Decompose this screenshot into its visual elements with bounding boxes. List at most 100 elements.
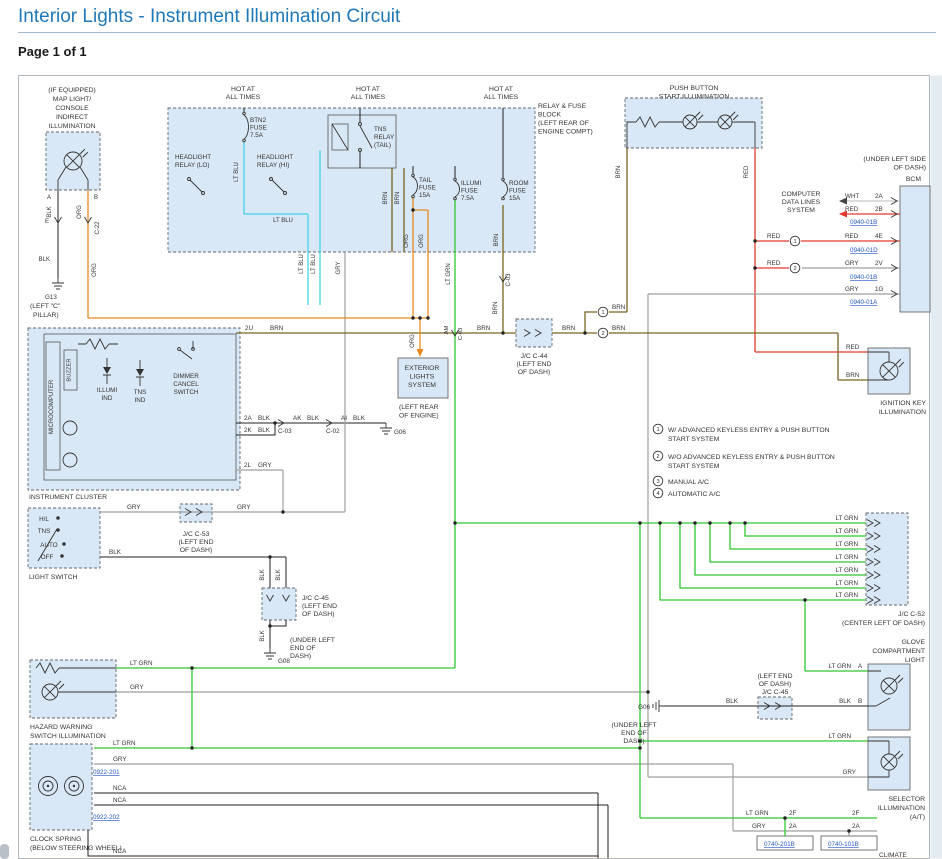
junction-dot: [753, 266, 756, 269]
diagram-label: BRN: [383, 192, 389, 205]
diagram-label: BRN: [562, 325, 576, 332]
diagram-label: ILLUMI: [97, 387, 118, 394]
note-ref-number: 3: [656, 479, 659, 485]
diagram-label: G08: [278, 658, 290, 665]
diagram-label: 2U: [245, 325, 254, 332]
bcm-box: [900, 186, 930, 312]
diagram-label: (IF EQUIPPED): [48, 87, 96, 94]
junction-dot: [411, 316, 414, 319]
clock-spring-box: [30, 744, 92, 830]
jc-c45-box: [262, 588, 296, 620]
diagram-label: LT GRN: [835, 567, 858, 574]
harness-link[interactable]: 0940-01B: [850, 274, 877, 281]
diagram-label: ILLUMINATION: [879, 409, 926, 416]
junction-dot: [753, 239, 756, 242]
diagram-label: BRN: [846, 372, 860, 379]
diagram-label: ROOM: [509, 180, 529, 187]
diagram-label: (LEFT REAR: [399, 404, 439, 411]
diagram-label: LT GRN: [746, 810, 769, 817]
harness-link[interactable]: 0740-201B: [764, 841, 795, 848]
junction-dot: [411, 208, 414, 211]
junction-dot: [743, 521, 746, 524]
note-ref-number: 2: [793, 266, 796, 272]
diagram-label: EXTERIOR: [405, 365, 440, 372]
note-ref-number: 1: [793, 239, 796, 245]
diagram-label: LT BLU: [311, 254, 317, 274]
diagram-label: LT BLU: [273, 218, 293, 224]
diagram-label: (LEFT END: [758, 673, 793, 680]
diagram-label: BRN: [612, 304, 626, 311]
diagram-label: (BELOW STEERING WHEEL): [30, 845, 122, 852]
note-ref-number: 2: [656, 454, 659, 460]
harness-link[interactable]: 0922-202: [93, 814, 120, 821]
diagram-label: FUSE: [250, 125, 267, 132]
diagram-label: TNS: [374, 126, 387, 133]
diagram-label: (UNDER LEFT: [612, 722, 657, 729]
junction-dot: [190, 666, 193, 669]
jc-c52-box: [866, 513, 908, 605]
junction-dot: [190, 746, 193, 749]
scroll-corner: [0, 844, 9, 859]
diagram-label: LT GRN: [835, 554, 858, 561]
note-ref-number: 4: [656, 491, 659, 497]
diagram-label: OF DASH): [180, 547, 212, 554]
diagram-label: COMPUTER: [782, 191, 821, 198]
diagram-label: BLK: [839, 698, 852, 705]
diagram-label: LT GRN: [835, 580, 858, 587]
junction-dot: [708, 521, 711, 524]
diagram-label: FUSE: [419, 185, 436, 192]
diagram-label: LT GRN: [828, 733, 851, 740]
diagram-label: G13: [45, 294, 57, 301]
scroll-gutter[interactable]: [931, 76, 942, 859]
diagram-label: HOT AT: [356, 86, 380, 93]
diagram-label: END OF: [290, 645, 316, 652]
diagram-label: ENGINE COMPT): [538, 129, 593, 136]
diagram-label: ILLUMINATION: [878, 805, 925, 812]
diagram-label: (LEFT REAR OF: [538, 120, 589, 127]
diagram-label: J/C C-53: [183, 531, 210, 538]
diagram-label: WHT: [845, 193, 859, 200]
diagram-label: C-03: [506, 273, 512, 287]
diagram-label: BRN: [477, 325, 491, 332]
diagram-label: GLOVE: [902, 639, 926, 646]
diagram-label: IGNITION KEY: [880, 400, 926, 407]
diagram-label: 7.5A: [250, 132, 264, 139]
harness-link[interactable]: 0940-01A: [850, 299, 878, 306]
junction-dot: [638, 521, 641, 524]
diagram-label: ORG: [419, 234, 425, 248]
diagram-label: G06: [638, 704, 650, 711]
diagram-label: (LEFT END: [517, 361, 552, 368]
junction-dot: [426, 316, 429, 319]
jc-c44-box: [516, 319, 552, 347]
diagram-label: INSTRUMENT CLUSTER: [29, 494, 107, 501]
diagram-label: DATA LINES: [782, 199, 821, 206]
harness-link[interactable]: 0940-01D: [850, 247, 878, 254]
diagram-label: 7.5A: [461, 195, 475, 202]
harness-link[interactable]: 0922-201: [93, 769, 120, 776]
diagram-label: BTN2: [250, 117, 267, 124]
diagram-label: ILLUMINATION: [48, 123, 95, 130]
diagram-label: DIMMER: [173, 373, 199, 380]
diagram-label: GRY: [127, 504, 141, 511]
harness-link[interactable]: 0940-01B: [850, 219, 877, 226]
diagram-label: PUSH BUTTON: [670, 85, 719, 92]
junction-dot: [583, 331, 586, 334]
push-button-start-illumination-box: [625, 98, 762, 148]
diagram-label: BLK: [47, 206, 53, 217]
diagram-label: J/C C-52: [898, 611, 925, 618]
diagram-label: MANUAL A/C: [668, 479, 709, 486]
diagram-label: MAP LIGHT/: [53, 96, 92, 103]
junction-dot: [803, 598, 806, 601]
junction-dot: [783, 816, 786, 819]
diagram-label: (TAIL): [374, 142, 391, 149]
diagram-label: HEADLIGHT: [175, 154, 211, 161]
harness-link[interactable]: 0740-101B: [828, 841, 859, 848]
diagram-label: GRY: [336, 262, 342, 275]
diagram-label: 2B: [875, 206, 883, 213]
note-ref-number: 2: [601, 331, 604, 337]
diagram-label: G06: [394, 429, 406, 436]
diagram-label: SWITCH: [174, 389, 199, 396]
diagram-label: J/C C-44: [521, 353, 548, 360]
diagram-label: LT GRN: [828, 663, 851, 670]
diagram-label: INDIRECT: [56, 114, 88, 121]
